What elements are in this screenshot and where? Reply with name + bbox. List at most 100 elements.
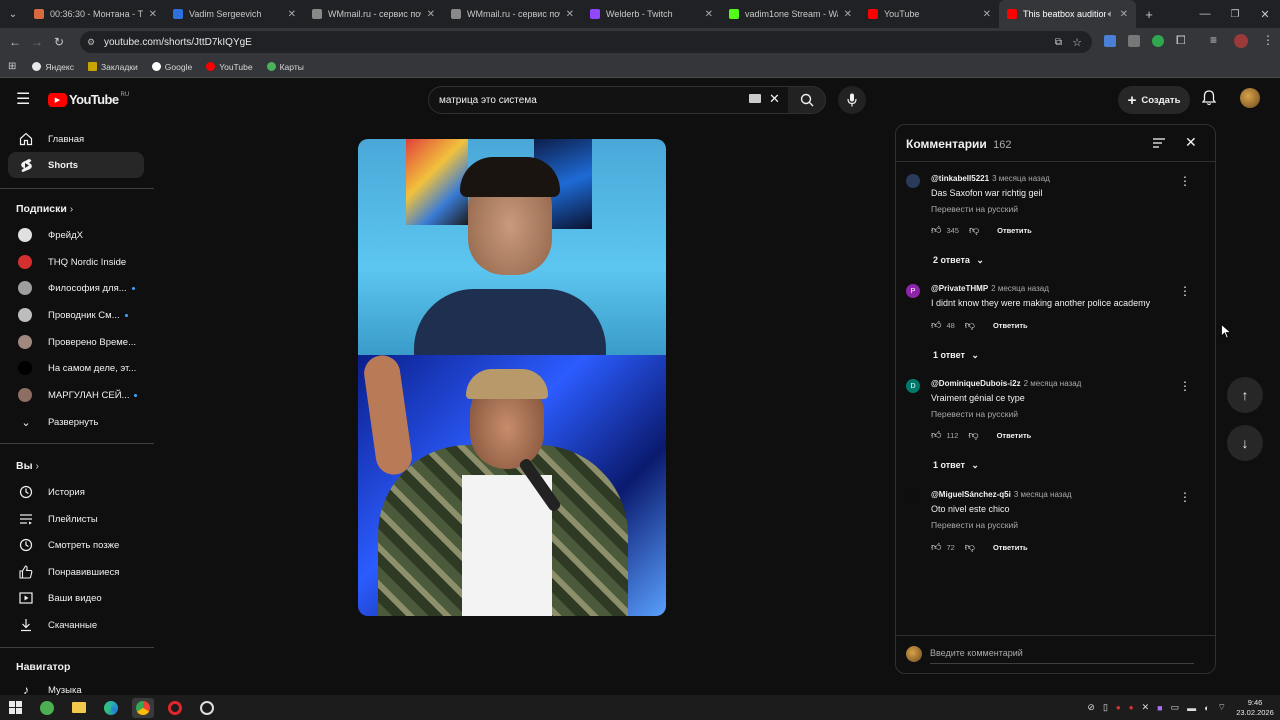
maximize-button[interactable]: ❐: [1220, 9, 1250, 20]
sidebar-subscription[interactable]: Философия для...: [8, 275, 144, 301]
sidebar-subscription[interactable]: МАРГУЛАН СЕЙ...: [8, 382, 144, 408]
sidebar-item-home[interactable]: Главная: [8, 126, 144, 152]
wifi-icon[interactable]: ⌔: [1218, 702, 1226, 713]
reading-list-icon[interactable]: ≡: [1210, 33, 1217, 47]
reply-button[interactable]: Ответить: [997, 431, 1032, 440]
comment-time[interactable]: 2 месяца назад: [991, 284, 1049, 293]
subscriptions-header[interactable]: Подписки ›: [16, 203, 73, 215]
url-text[interactable]: youtube.com/shorts/JttD7kIQYgE: [104, 37, 252, 48]
replies-toggle[interactable]: 1 ответ ⌄: [933, 350, 979, 361]
reply-button[interactable]: Ответить: [993, 321, 1028, 330]
tab-search-button[interactable]: ⌄: [0, 9, 26, 20]
comment-time[interactable]: 3 месяца назад: [1014, 490, 1072, 499]
extensions-puzzle-icon[interactable]: ⧠: [1176, 33, 1186, 48]
opera-browser-icon[interactable]: [164, 698, 186, 718]
close-icon[interactable]: ✕: [427, 9, 435, 20]
speaker-icon[interactable]: 🔈︎: [1108, 9, 1114, 20]
site-info-icon[interactable]: ⚙︎: [87, 37, 95, 48]
like-icon[interactable]: 👍︎: [931, 319, 941, 331]
translate-link[interactable]: Перевести на русский: [931, 409, 1018, 419]
extension-icon[interactable]: [1104, 35, 1116, 47]
like-icon[interactable]: 👍︎: [931, 541, 941, 553]
account-avatar[interactable]: [1240, 88, 1260, 108]
more-actions-icon[interactable]: ⋮: [1179, 284, 1191, 298]
sidebar-item-playlists[interactable]: Плейлисты: [8, 506, 144, 532]
more-actions-icon[interactable]: ⋮: [1179, 379, 1191, 393]
replies-toggle[interactable]: 1 ответ ⌄: [933, 460, 979, 471]
window-close-button[interactable]: ✕: [1250, 8, 1280, 21]
back-icon[interactable]: ←: [4, 35, 26, 49]
browser-tab[interactable]: Vadim Sergeevich ✕: [165, 0, 304, 28]
dislike-icon[interactable]: 👎︎: [965, 541, 975, 553]
sidebar-subscription[interactable]: THQ Nordic Inside: [8, 249, 144, 275]
edge-browser-icon[interactable]: [100, 698, 122, 718]
tray-icon[interactable]: ●: [1116, 703, 1121, 712]
tray-icon[interactable]: ◐: [1204, 703, 1209, 713]
tray-icon[interactable]: ▭: [1171, 702, 1180, 713]
commenter-avatar[interactable]: P: [906, 284, 920, 298]
browser-tab[interactable]: YouTube ✕: [860, 0, 999, 28]
comment-author[interactable]: @MiguelSánchez-q5i: [931, 490, 1011, 499]
sidebar-subscription[interactable]: ФрейдХ: [8, 222, 144, 248]
close-icon[interactable]: ✕: [149, 9, 157, 20]
close-icon[interactable]: ✕: [844, 9, 852, 20]
browser-tab[interactable]: WMmail.ru - сервис почт ✕: [304, 0, 443, 28]
search-button[interactable]: [788, 86, 826, 114]
bookmark-item[interactable]: Google: [151, 62, 192, 72]
you-header[interactable]: Вы ›: [16, 460, 39, 472]
forward-icon[interactable]: →: [26, 35, 48, 49]
voice-search-button[interactable]: [838, 86, 866, 114]
sidebar-item-shorts[interactable]: Shorts: [8, 152, 144, 178]
search-input[interactable]: матрица это система: [439, 95, 537, 106]
browser-tab[interactable]: vadim1one Stream - Wat ✕: [721, 0, 860, 28]
close-icon[interactable]: ✕: [288, 9, 296, 20]
like-icon[interactable]: 👍︎: [931, 429, 941, 441]
sidebar-subscription[interactable]: На самом деле, эт...: [8, 355, 144, 381]
sidebar-item-watch-later[interactable]: Смотреть позже: [8, 532, 144, 558]
more-actions-icon[interactable]: ⋮: [1179, 174, 1191, 188]
search-box[interactable]: матрица это система ✕: [428, 86, 790, 114]
start-button[interactable]: [4, 698, 26, 718]
reply-button[interactable]: Ответить: [993, 543, 1028, 552]
profile-avatar[interactable]: [1234, 34, 1248, 48]
reply-button[interactable]: Ответить: [997, 226, 1032, 235]
close-icon[interactable]: ✕: [1185, 134, 1197, 151]
bookmark-item[interactable]: YouTube: [206, 62, 253, 72]
comment-input[interactable]: Введите комментарий: [930, 646, 1194, 664]
more-actions-icon[interactable]: ⋮: [1179, 490, 1191, 504]
sidebar-item-liked[interactable]: Понравившиеся: [8, 559, 144, 585]
bookmark-item[interactable]: Карты: [266, 62, 304, 72]
tray-icon[interactable]: ■: [1157, 703, 1162, 713]
comment-time[interactable]: 2 месяца назад: [1024, 379, 1082, 388]
omnibox[interactable]: ⚙︎ youtube.com/shorts/JttD7kIQYgE ⧉ ☆: [80, 31, 1092, 53]
install-app-icon[interactable]: ⧉: [1055, 37, 1062, 48]
bookmark-star-icon[interactable]: ☆: [1072, 36, 1082, 49]
taskbar-app-icon[interactable]: [36, 698, 58, 718]
commenter-avatar[interactable]: [906, 490, 920, 504]
commenter-avatar[interactable]: [906, 174, 920, 188]
translate-link[interactable]: Перевести на русский: [931, 520, 1018, 530]
close-icon[interactable]: ✕: [1120, 9, 1128, 20]
browser-tab[interactable]: WMmail.ru - сервис почт ✕: [443, 0, 582, 28]
sort-icon[interactable]: [1152, 136, 1166, 154]
file-explorer-icon[interactable]: [68, 698, 90, 718]
taskbar-app-icon[interactable]: [196, 698, 218, 718]
sidebar-item-downloads[interactable]: Скачанные: [8, 612, 144, 638]
taskbar-clock[interactable]: 9:46 23.02.2026: [1234, 698, 1276, 718]
tray-icon[interactable]: ▬: [1187, 703, 1196, 713]
browser-tab[interactable]: 00:36:30 - Монтана - The ✕: [26, 0, 165, 28]
dislike-icon[interactable]: 👎︎: [969, 224, 979, 236]
extension-icon[interactable]: [1128, 35, 1140, 47]
previous-short-button[interactable]: ↑: [1227, 377, 1263, 413]
close-icon[interactable]: ✕: [566, 9, 574, 20]
minimize-button[interactable]: —: [1190, 8, 1220, 20]
comment-author[interactable]: @tinkabell5221: [931, 174, 989, 183]
dislike-icon[interactable]: 👎︎: [965, 319, 975, 331]
comment-time[interactable]: 3 месяца назад: [992, 174, 1050, 183]
comment-author[interactable]: @PrivateTHMP: [931, 284, 988, 293]
extension-icon[interactable]: [1152, 35, 1164, 47]
browser-menu-icon[interactable]: ⋮: [1262, 33, 1274, 47]
reload-icon[interactable]: ↻: [48, 35, 70, 49]
sidebar-subscription[interactable]: Проводник См...: [8, 302, 144, 328]
comment-author[interactable]: @DominiqueDubois-i2z: [931, 379, 1021, 388]
